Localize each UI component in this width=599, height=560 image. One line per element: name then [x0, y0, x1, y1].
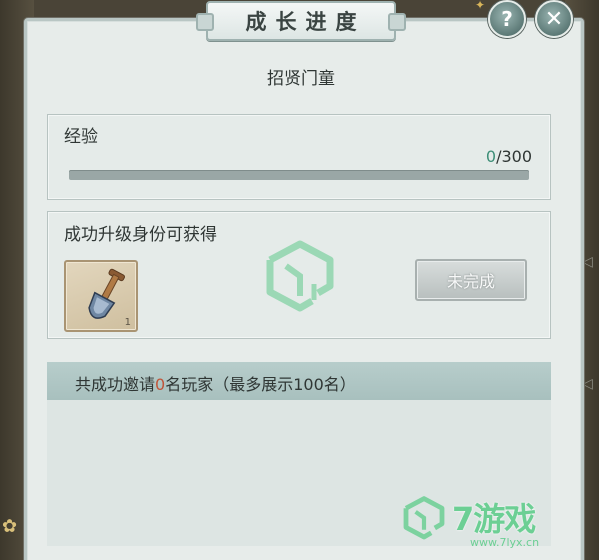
plaque-ear — [388, 13, 406, 31]
watermark-logo-icon — [266, 240, 334, 312]
experience-progress-bar — [69, 170, 529, 180]
close-button[interactable]: ✕ — [535, 0, 573, 38]
window-title: 成长进度 — [245, 9, 366, 34]
invite-summary-text: 共成功邀请0名玩家（最多展示100名） — [75, 371, 356, 395]
experience-max: 300 — [501, 147, 532, 166]
reward-item-slot[interactable]: 1 — [64, 260, 138, 332]
experience-label: 经验 — [64, 127, 98, 147]
experience-section: 经验 0/300 — [47, 114, 551, 200]
site-logo-icon — [403, 496, 445, 540]
plaque-ear — [196, 13, 214, 31]
invite-summary-bar: 共成功邀请0名玩家（最多展示100名） — [47, 362, 551, 400]
close-icon: ✕ — [544, 6, 564, 32]
corner-ornament-icon: ✿ — [2, 516, 18, 537]
site-name: 7游戏 — [452, 500, 536, 538]
help-button[interactable]: ? — [488, 0, 526, 38]
experience-value: 0/300 — [486, 147, 532, 166]
invite-count: 0 — [155, 375, 166, 394]
ornament-icon: ✦ — [475, 0, 486, 12]
reward-item-count: 1 — [124, 317, 131, 328]
incomplete-status-button[interactable]: 未完成 — [415, 259, 527, 301]
reward-label: 成功升级身份可获得 — [64, 225, 217, 245]
experience-current: 0 — [485, 147, 497, 166]
help-icon: ? — [501, 7, 513, 31]
title-plaque: 成长进度 — [196, 1, 406, 41]
site-url: www.7lyx.cn — [470, 536, 540, 549]
rank-name: 招贤门童 — [267, 69, 335, 89]
invite-prefix: 共成功邀请 — [75, 375, 156, 394]
invite-suffix: 名玩家（最多展示100名） — [165, 375, 356, 394]
